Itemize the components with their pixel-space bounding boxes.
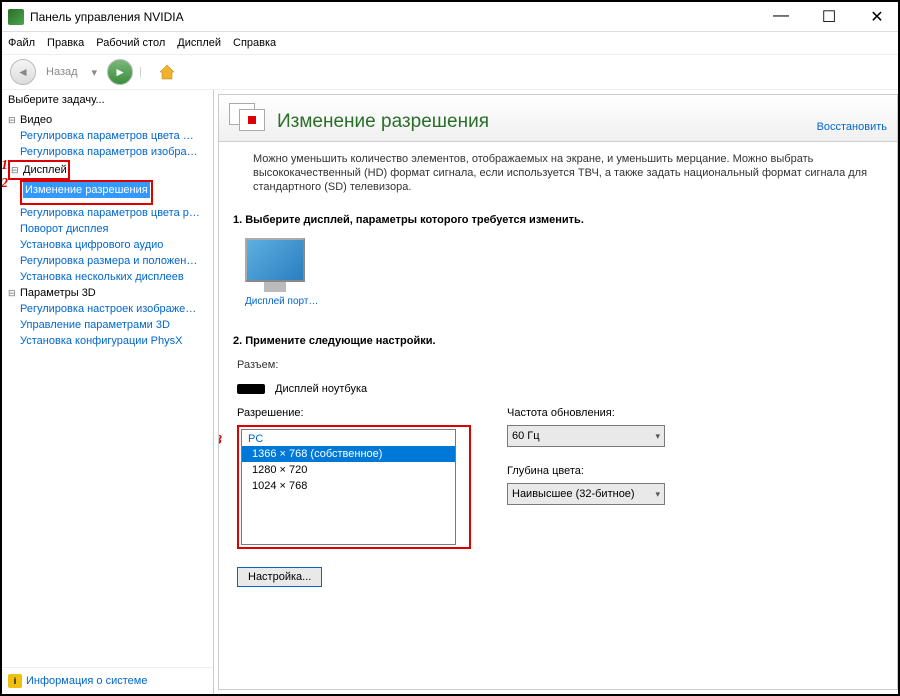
content-header: Изменение разрешения Восстановить xyxy=(219,95,897,142)
resolution-listbox[interactable]: PC 1366 × 768 (собственное) 1280 × 720 1… xyxy=(241,429,456,545)
connector-value: Дисплей ноутбука xyxy=(275,383,367,395)
window-title: Панель управления NVIDIA xyxy=(30,10,766,24)
resolution-option[interactable]: 1280 × 720 xyxy=(242,462,455,478)
display-selector[interactable]: Дисплей порт… xyxy=(245,238,318,307)
collapse-icon[interactable]: ⊟ xyxy=(11,162,21,178)
display-name: Дисплей порт… xyxy=(245,296,318,307)
chevron-down-icon: ▾ xyxy=(655,489,660,500)
menu-edit[interactable]: Правка xyxy=(47,37,84,49)
nav-forward-button[interactable]: ► xyxy=(107,59,133,85)
refresh-label: Частота обновления: xyxy=(507,407,665,419)
content-pane: Изменение разрешения Восстановить Можно … xyxy=(214,90,898,694)
tree-link-change-resolution[interactable]: Изменение разрешения xyxy=(23,182,150,198)
tree-display[interactable]: ⊟ Дисплей xyxy=(11,162,67,178)
resolution-option[interactable]: 1366 × 768 (собственное) xyxy=(242,446,455,462)
restore-link[interactable]: Восстановить xyxy=(817,121,887,133)
tree-video[interactable]: ⊟ Видео xyxy=(8,112,209,128)
nav-back-label: Назад xyxy=(46,66,78,78)
menu-desktop[interactable]: Рабочий стол xyxy=(96,37,165,49)
refresh-rate-select[interactable]: 60 Гц ▾ xyxy=(507,425,665,447)
tree-link-digital-audio[interactable]: Установка цифрового аудио xyxy=(20,237,163,253)
page-title: Изменение разрешения xyxy=(277,111,817,133)
tree-link-3d-manage[interactable]: Управление параметрами 3D xyxy=(20,317,170,333)
annotation-2: 2 xyxy=(2,176,8,192)
tree-link-video-image[interactable]: Регулировка параметров изображения для… xyxy=(20,144,200,160)
info-icon: i xyxy=(8,674,22,688)
settings-button[interactable]: Настройка... xyxy=(237,567,322,587)
sidebar: Выберите задачу... ⊟ Видео Регулировка п… xyxy=(2,90,214,694)
home-icon xyxy=(157,62,177,82)
toolbar: ◄ Назад ▾ ► | xyxy=(2,54,898,90)
content-body: Можно уменьшить количество элементов, от… xyxy=(219,142,897,689)
resolution-option[interactable]: 1024 × 768 xyxy=(242,478,455,494)
tree-3d[interactable]: ⊟ Параметры 3D xyxy=(8,285,209,301)
system-info-link[interactable]: i Информация о системе xyxy=(8,674,207,688)
menu-help[interactable]: Справка xyxy=(233,37,276,49)
minimize-button[interactable]: — xyxy=(766,7,796,27)
close-button[interactable]: ✕ xyxy=(862,7,892,27)
resolution-group-pc: PC xyxy=(242,430,455,446)
tree-link-physx[interactable]: Установка конфигурации PhysX xyxy=(20,333,182,349)
step1-title: 1. Выберите дисплей, параметры которого … xyxy=(233,214,883,226)
depth-label: Глубина цвета: xyxy=(507,465,665,477)
titlebar: Панель управления NVIDIA — ☐ ✕ xyxy=(2,2,898,32)
main-area: Выберите задачу... ⊟ Видео Регулировка п… xyxy=(2,90,898,694)
tree-link-rotate[interactable]: Поворот дисплея xyxy=(20,221,108,237)
tree-link-video-color[interactable]: Регулировка параметров цвета для видео xyxy=(20,128,200,144)
tree-link-3d-image[interactable]: Регулировка настроек изображения с просм… xyxy=(20,301,200,317)
tree-link-multi-display[interactable]: Установка нескольких дисплеев xyxy=(20,269,184,285)
home-button[interactable] xyxy=(154,59,180,85)
tree-link-size-position[interactable]: Регулировка размера и положения рабочего… xyxy=(20,253,200,269)
connector-icon xyxy=(237,384,265,394)
description-text: Можно уменьшить количество элементов, от… xyxy=(253,152,883,194)
annotation-3: 3 xyxy=(219,433,222,449)
menu-file[interactable]: Файл xyxy=(8,37,35,49)
maximize-button[interactable]: ☐ xyxy=(814,7,844,27)
tree-link-desktop-color[interactable]: Регулировка параметров цвета рабочего… xyxy=(20,205,200,221)
menu-display[interactable]: Дисплей xyxy=(177,37,221,49)
connector-label: Разъем: xyxy=(237,359,278,371)
step2-title: 2. Примените следующие настройки. xyxy=(233,335,883,347)
resolution-label: Разрешение: xyxy=(237,407,467,419)
sidebar-header: Выберите задачу... xyxy=(2,90,213,110)
annotation-1: 1 xyxy=(2,158,8,174)
collapse-icon[interactable]: ⊟ xyxy=(8,285,18,301)
color-depth-select[interactable]: Наивысшее (32-битное) ▾ xyxy=(507,483,665,505)
nav-back-button[interactable]: ◄ xyxy=(10,59,36,85)
app-window: Панель управления NVIDIA — ☐ ✕ Файл Прав… xyxy=(0,0,900,696)
chevron-down-icon: ▾ xyxy=(655,431,660,442)
nav-dropdown-icon[interactable]: ▾ xyxy=(92,66,98,79)
collapse-icon[interactable]: ⊟ xyxy=(8,112,18,128)
menubar: Файл Правка Рабочий стол Дисплей Справка xyxy=(2,32,898,54)
nvidia-icon xyxy=(8,9,24,25)
monitor-icon xyxy=(245,238,305,282)
task-tree: ⊟ Видео Регулировка параметров цвета для… xyxy=(2,110,213,667)
resolution-icon xyxy=(229,103,267,133)
